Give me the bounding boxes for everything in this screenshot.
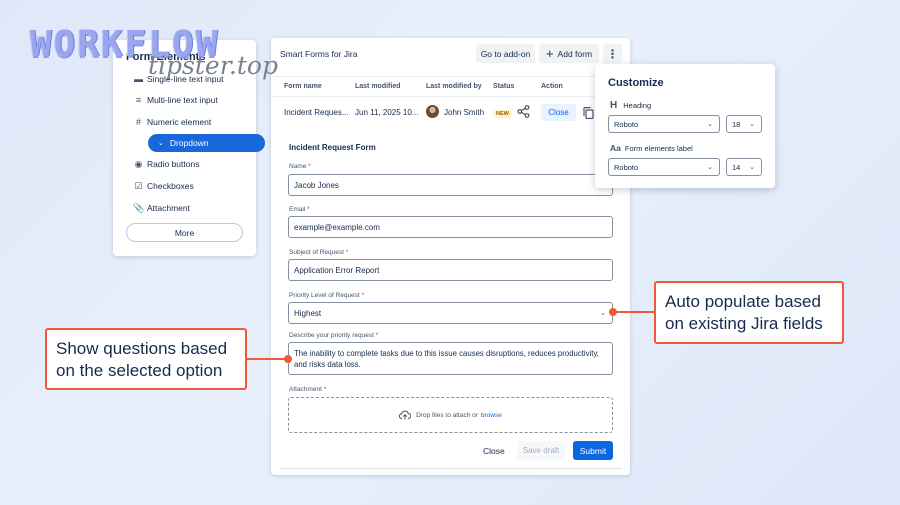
element-label: Single-line text input [147, 74, 224, 84]
priority-select[interactable]: Highest ⌄ [288, 302, 613, 324]
cell-modified-by: John Smith [444, 108, 485, 117]
app-title: Smart Forms for Jira [280, 49, 358, 59]
chevron-down-icon: ⌄ [749, 164, 755, 171]
subject-field[interactable]: Application Error Report [288, 259, 613, 281]
dropzone-text: Drop files to attach or [416, 411, 478, 419]
customize-title: Customize [608, 77, 664, 89]
copy-icon[interactable] [583, 107, 594, 119]
element-single-line[interactable]: ▬ Single-line text input [133, 71, 224, 87]
element-attachment[interactable]: 📎 Attachment [133, 200, 190, 216]
callout-connector [615, 311, 655, 313]
element-dropdown[interactable]: ⌄ Dropdown [148, 134, 265, 152]
cell-last-modified: Jun 11, 2025 10... [355, 108, 419, 117]
element-multi-line[interactable]: ≡ Multi-line text input [133, 92, 218, 108]
share-icon[interactable] [517, 105, 530, 118]
describe-textarea[interactable]: The inability to complete tasks due to t… [288, 342, 613, 375]
name-field[interactable]: Jacob Jones [288, 174, 613, 196]
radio-icon: ◉ [134, 158, 143, 169]
chevron-down-icon: ⌄ [707, 164, 713, 171]
more-options-button[interactable]: ⋮ [603, 44, 622, 63]
smart-forms-panel: Smart Forms for Jira Go to add-on + Add … [271, 38, 630, 475]
heading-label: H Heading [610, 100, 652, 111]
customize-panel: Customize H Heading Roboto ⌄ 18 ⌄ Aa For… [595, 64, 775, 188]
element-checkboxes[interactable]: ☑ Checkboxes [133, 178, 194, 194]
label-font-select[interactable]: Roboto ⌄ [608, 158, 720, 176]
row-close-button[interactable]: Close [541, 104, 576, 121]
callout-auto-populate: Auto populate based on existing Jira fie… [654, 281, 844, 344]
add-form-label: Add form [557, 48, 593, 59]
form-elements-label-label: Aa Form elements label [610, 143, 693, 153]
table-row: Incident Reques... Jun 11, 2025 10... Jo… [271, 99, 630, 125]
element-radio[interactable]: ◉ Radio buttons [133, 156, 200, 172]
plus-icon: + [545, 45, 554, 61]
chevron-down-icon: ⌄ [600, 310, 606, 317]
checkbox-icon: ☑ [134, 180, 143, 191]
callout-dot [284, 355, 292, 363]
heading-icon: H [610, 100, 618, 111]
element-label: Numeric element [147, 117, 212, 127]
col-action: Action [541, 83, 563, 90]
status-badge: NEW [494, 110, 511, 118]
form-elements-title: Form Elements [126, 51, 206, 63]
table-header: Form name Last modified Last modified by… [271, 76, 630, 97]
text-style-icon: Aa [610, 143, 621, 153]
name-label: Name * [289, 163, 311, 170]
form-title: Incident Request Form [289, 143, 376, 152]
close-button[interactable]: Close [483, 446, 505, 456]
subject-label: Subject of Request * [289, 249, 349, 256]
chevron-down-icon: ⌄ [749, 121, 755, 128]
priority-value: Highest [294, 308, 322, 318]
priority-label: Priority Level of Request * [289, 292, 365, 299]
chevron-down-icon: ⌄ [707, 121, 713, 128]
multi-line-icon: ≡ [135, 95, 142, 105]
single-line-icon: ▬ [134, 74, 143, 84]
go-to-addon-button[interactable]: Go to add-on [476, 44, 535, 63]
col-status: Status [493, 83, 515, 90]
describe-label: Describe your priority request * [289, 332, 379, 339]
element-label: Multi-line text input [147, 95, 218, 105]
paperclip-icon: 📎 [133, 202, 145, 213]
cloud-upload-icon [399, 410, 412, 420]
avatar [426, 105, 439, 118]
element-label: Attachment [147, 203, 190, 213]
col-form-name: Form name [284, 83, 322, 90]
element-label: Checkboxes [147, 181, 194, 191]
browse-link[interactable]: browse [481, 412, 502, 419]
email-field[interactable]: example@example.com [288, 216, 613, 238]
chevron-down-icon: ⌄ [158, 140, 164, 147]
callout-dot [609, 308, 617, 316]
add-form-button[interactable]: + Add form [539, 44, 599, 63]
kebab-icon: ⋮ [606, 46, 619, 61]
cell-form-name[interactable]: Incident Reques... [284, 108, 348, 117]
col-last-modified-by: Last modified by [426, 83, 482, 90]
heading-font-select[interactable]: Roboto ⌄ [608, 115, 720, 133]
element-label: Radio buttons [147, 159, 200, 169]
heading-size-select[interactable]: 18 ⌄ [726, 115, 762, 133]
save-draft-button[interactable]: Save draft [517, 441, 565, 460]
divider [279, 468, 622, 469]
more-button[interactable]: More [126, 223, 243, 242]
attachment-label: Attachment * [289, 386, 327, 393]
col-last-modified: Last modified [355, 83, 401, 90]
callout-show-questions: Show questions based on the selected opt… [45, 328, 247, 390]
element-label: Dropdown [169, 138, 209, 148]
callout-connector [247, 358, 289, 360]
submit-button[interactable]: Submit [573, 441, 613, 460]
email-label: Email * [289, 206, 310, 213]
attachment-dropzone[interactable]: Drop files to attach or browse [288, 397, 613, 433]
label-size-select[interactable]: 14 ⌄ [726, 158, 762, 176]
form-elements-panel: Form Elements ▬ Single-line text input ≡… [113, 40, 265, 256]
element-numeric[interactable]: # Numeric element [133, 114, 211, 130]
hash-icon: # [135, 117, 141, 127]
